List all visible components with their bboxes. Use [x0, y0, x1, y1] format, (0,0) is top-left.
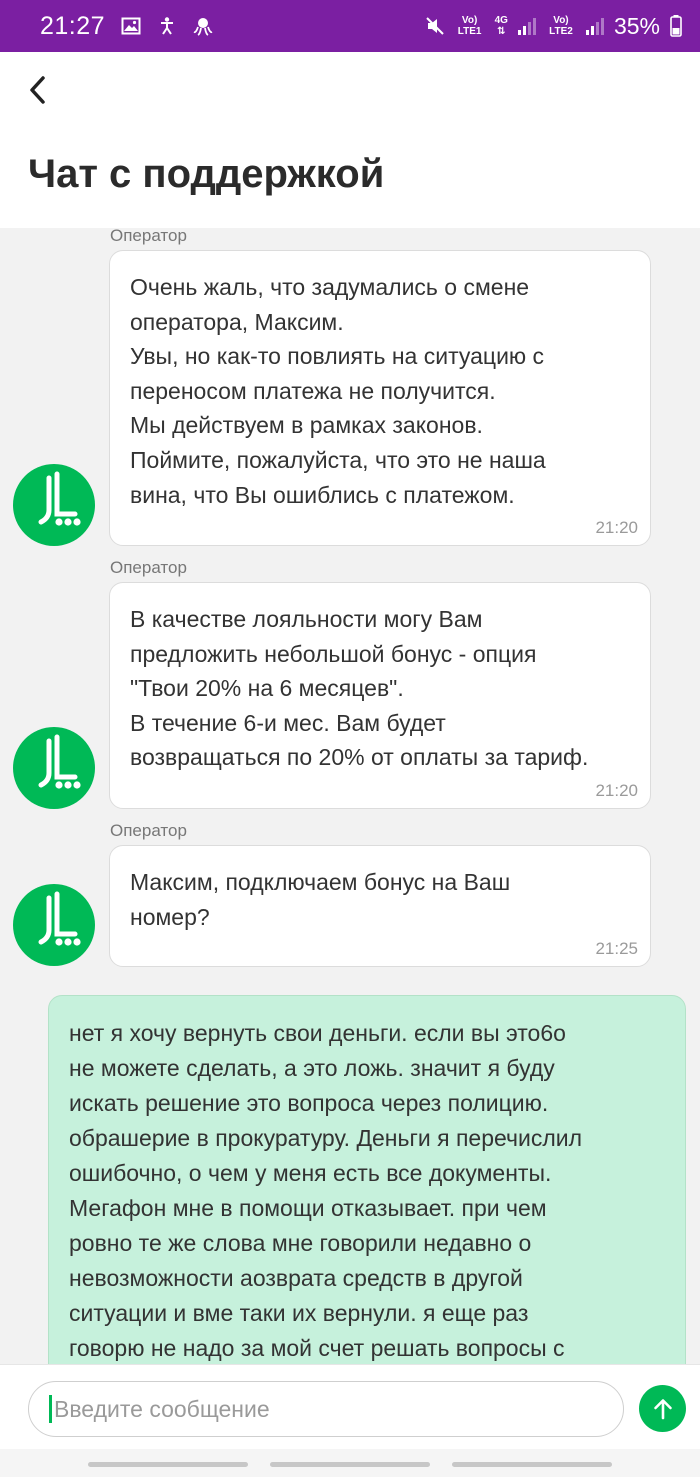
- message-line: нет я хочу вернуть свои деньги. если вы …: [69, 1020, 566, 1046]
- message-input[interactable]: [54, 1395, 594, 1423]
- battery-percent: 35%: [613, 12, 660, 39]
- operator-avatar: [13, 727, 95, 809]
- status-bar-right: Vo) LTE1 4G ⇅ Vo) LTE2 35%: [425, 13, 682, 40]
- message-time: 21:25: [595, 939, 638, 958]
- mute-icon: [425, 17, 444, 35]
- operator-message: Максим, подключаем бонус на Ваш номер? 2…: [109, 845, 651, 967]
- status-bar: 21:27 Vo) LTE1 4G ⇅ Vo) LTE2 35%: [0, 0, 700, 52]
- message-line: Поймите, пожалуйста, что это не наша: [130, 446, 546, 473]
- message-line: Мы действуем в рамках законов.: [130, 412, 483, 439]
- user-message: нет я хочу вернуть свои деньги. если вы …: [48, 995, 686, 1364]
- signal-icon: [517, 17, 536, 35]
- message-line: В течение 6-и мес. Вам будет: [130, 709, 446, 736]
- image-icon: [121, 17, 141, 35]
- message-line: возвращаться по 20% от оплаты за тариф.: [130, 744, 589, 771]
- network-type-label: 4G: [494, 15, 508, 26]
- message-line: ситуации и вме таки их вернули. я еще ра…: [69, 1300, 529, 1326]
- message-time: 21:20: [595, 781, 638, 800]
- nav-home-handle[interactable]: [270, 1462, 430, 1467]
- message-line: оператора, Максим.: [130, 308, 344, 335]
- battery-icon: [670, 15, 682, 37]
- app-header: Чат с поддержкой: [0, 52, 700, 228]
- message-line: Максим, подключаем бонус на Ваш: [130, 869, 511, 895]
- message-line: обрашерие в прокуратуру. Деньги я перечи…: [69, 1125, 583, 1151]
- operator-message: В качестве лояльности могу Вам предложит…: [109, 582, 651, 809]
- page-title: Чат с поддержкой: [28, 152, 385, 196]
- message-line: "Твои 20% на 6 месяцев".: [130, 675, 404, 702]
- sim2-label: Vo) LTE2: [549, 15, 573, 37]
- message-line: номер?: [130, 903, 210, 930]
- megafon-logo-icon: [38, 734, 81, 789]
- text-caret: [49, 1395, 52, 1423]
- megafon-logo-icon: [38, 471, 81, 526]
- message-line: вина, что Вы ошиблись с платежом.: [130, 481, 515, 508]
- send-button[interactable]: [639, 1385, 686, 1432]
- sim1-tech: 4G ⇅: [495, 15, 508, 37]
- system-nav-bar: [0, 1449, 700, 1477]
- nav-recents-handle[interactable]: [452, 1462, 612, 1467]
- operator-avatar: [13, 464, 95, 546]
- operator-message: Очень жаль, что задумались о смене опера…: [109, 250, 651, 546]
- megafon-logo-icon: [38, 891, 81, 946]
- signal-icon: [585, 17, 604, 35]
- clock: 21:27: [40, 11, 106, 40]
- message-line: невозможности аозврата средств в другой: [69, 1265, 523, 1291]
- message-line: искать решение это вопроса через полицию…: [69, 1090, 549, 1116]
- accessibility-icon: [161, 17, 174, 35]
- nav-back-handle[interactable]: [88, 1462, 248, 1467]
- sim1-network: Vo) LTE1: [455, 15, 485, 37]
- message-line: говорю не надо за мой счет решать вопрос…: [69, 1335, 565, 1361]
- message-line: предложить небольшой бонус - опция: [130, 640, 537, 667]
- message-line: В качестве лояльности могу Вам: [130, 606, 483, 632]
- message-input-wrapper[interactable]: [28, 1381, 624, 1437]
- arrow-up-icon: [653, 1398, 672, 1419]
- sim2-network: Vo) LTE2: [546, 15, 576, 37]
- message-line: ошибочно, о чем у меня есть все документ…: [69, 1160, 552, 1186]
- status-bar-left: 21:27: [40, 12, 213, 41]
- operator-avatar: [13, 884, 95, 966]
- message-line: переносом платежа не получится.: [130, 377, 496, 404]
- message-line: Очень жаль, что задумались о смене: [130, 274, 530, 300]
- octopus-icon: [193, 18, 213, 36]
- sender-label: Оператор: [110, 558, 187, 577]
- back-button[interactable]: [18, 70, 58, 110]
- chevron-left-icon: [30, 76, 45, 104]
- message-line: Увы, но как-то повлиять на ситуацию с: [130, 343, 545, 370]
- sim1-label: Vo) LTE1: [457, 15, 482, 37]
- data-arrows-icon: ⇅: [497, 26, 506, 37]
- message-line: ровно те же слова мне говорили недавно о: [69, 1230, 532, 1256]
- sender-label: Оператор: [110, 821, 187, 840]
- chat-messages[interactable]: Оператор Очень жаль, что задумались о см…: [0, 228, 700, 1364]
- message-time: 21:20: [595, 518, 638, 537]
- message-line: не можете сделать, а это ложь. значит я …: [69, 1055, 555, 1081]
- sender-label: Оператор: [110, 228, 187, 245]
- message-line: Мегафон мне в помощи отказывает. при чем: [69, 1195, 547, 1221]
